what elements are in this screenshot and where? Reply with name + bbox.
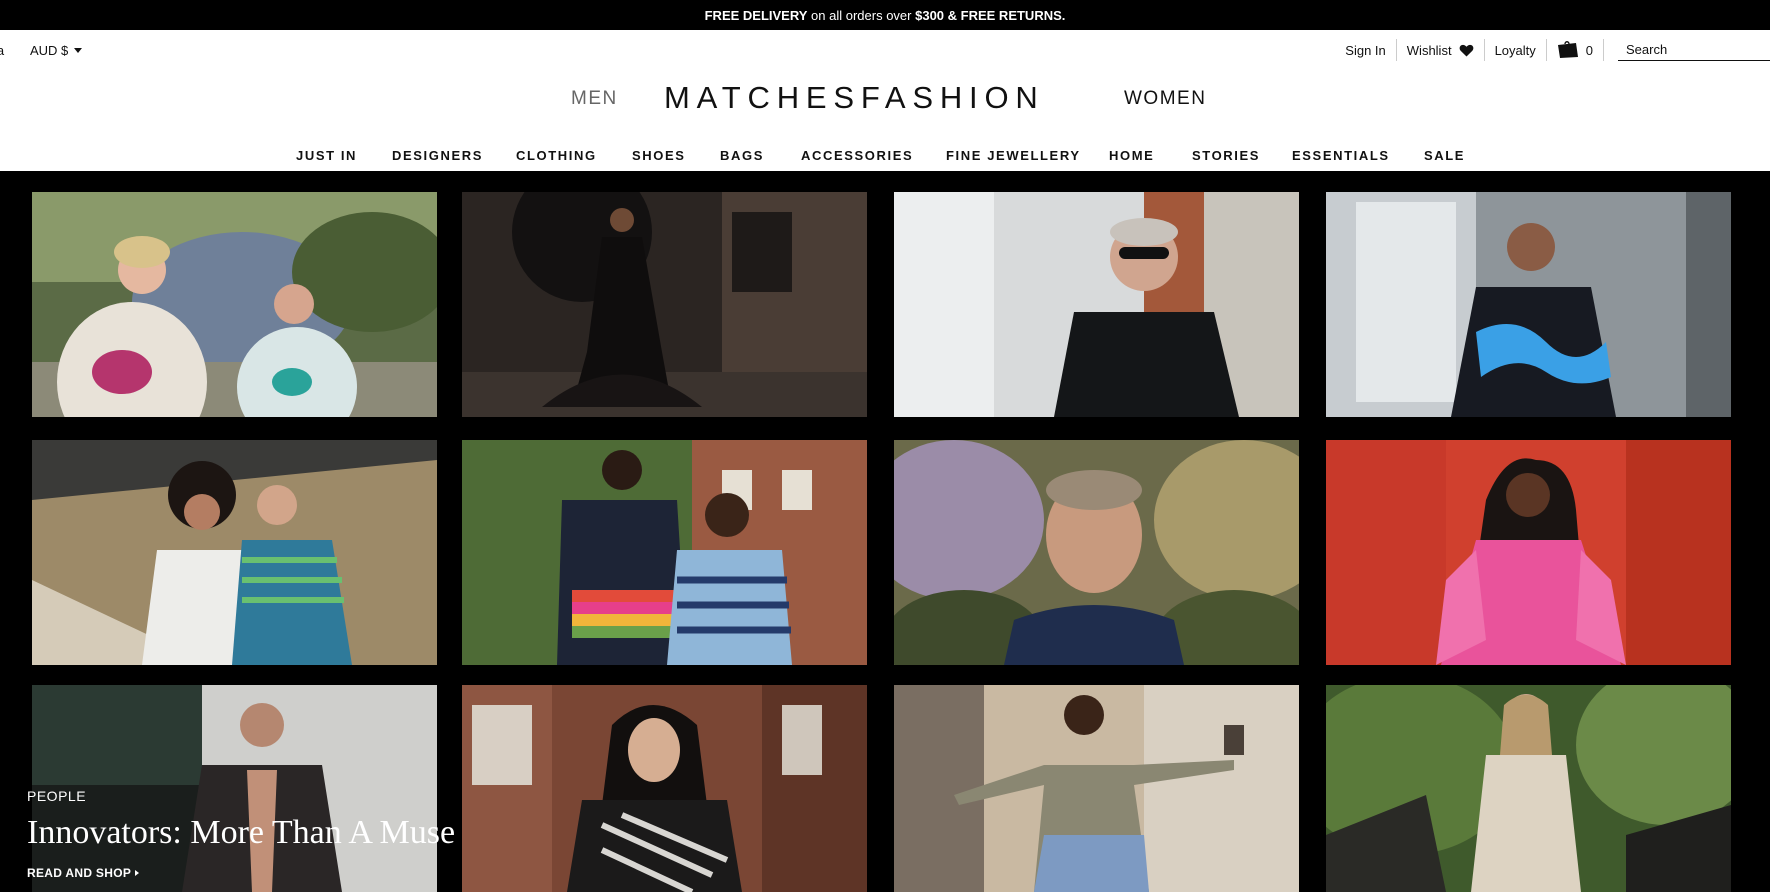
hero-caption: PEOPLE Innovators: More Than A Muse READ…	[27, 788, 455, 882]
cta-label: READ AND SHOP	[27, 866, 132, 880]
loyalty-label: Loyalty	[1494, 42, 1536, 58]
currency-label: AUD $	[30, 43, 69, 58]
site-logo[interactable]: MATCHESFASHION	[664, 80, 1045, 116]
promo-middle-text: on all orders over	[807, 7, 916, 23]
promo-threshold: $300	[915, 7, 945, 23]
hero-photo-graphic-hoodie	[1326, 192, 1731, 417]
nav-sale[interactable]: SALE	[1424, 148, 1465, 163]
promo-banner: FREE DELIVERY on all orders over $300 & …	[0, 0, 1770, 30]
heart-icon	[1459, 44, 1473, 57]
shopping-bag-icon	[1557, 41, 1578, 58]
hero-headline[interactable]: Innovators: More Than A Muse	[27, 814, 455, 852]
sign-in-link[interactable]: Sign In	[1335, 39, 1397, 61]
hero-photo-brick-building	[462, 685, 867, 892]
search-input[interactable]	[1618, 39, 1770, 61]
sign-in-label: Sign In	[1345, 42, 1386, 58]
hero-photo-boy-flowers	[894, 440, 1299, 665]
hero-photo-two-women-wall	[32, 440, 437, 665]
nav-clothing[interactable]: CLOTHING	[516, 148, 597, 163]
currency-selector[interactable]: AUD $	[30, 43, 83, 58]
shopping-bag-link[interactable]: 0	[1547, 39, 1604, 61]
nav-essentials[interactable]: ESSENTIALS	[1292, 148, 1390, 163]
men-link[interactable]: MEN	[571, 88, 618, 110]
bag-count: 0	[1585, 42, 1593, 58]
utility-bar: ia AUD $ Sign In Wishlist Loyalty 0	[0, 30, 1770, 70]
nav-accessories[interactable]: ACCESSORIES	[801, 148, 913, 163]
region-selector[interactable]: ia	[0, 43, 4, 58]
nav-stories[interactable]: STORIES	[1192, 148, 1260, 163]
hero-photo-black-dress	[462, 192, 867, 417]
chevron-down-icon	[74, 48, 83, 53]
search-wrapper	[1604, 39, 1770, 61]
promo-free-delivery: FREE DELIVERY	[704, 7, 808, 23]
wishlist-label: Wishlist	[1406, 42, 1452, 58]
nav-home[interactable]: HOME	[1109, 148, 1154, 163]
nav-bags[interactable]: BAGS	[720, 148, 764, 163]
wishlist-link[interactable]: Wishlist	[1397, 39, 1485, 61]
nav-just-in[interactable]: JUST IN	[296, 148, 357, 163]
hero-kicker: PEOPLE	[27, 788, 87, 804]
site-header: MEN MATCHESFASHION WOMEN	[0, 70, 1770, 128]
nav-shoes[interactable]: SHOES	[632, 148, 686, 163]
hero-photo-sunglasses-woman	[894, 192, 1299, 417]
hero-photo-suit-courtyard	[894, 685, 1299, 892]
promo-tail: & FREE RETURNS.	[944, 7, 1066, 23]
nav-fine-jewellery[interactable]: FINE JEWELLERY	[946, 148, 1081, 163]
women-link[interactable]: WOMEN	[1124, 88, 1206, 110]
nav-designers[interactable]: DESIGNERS	[392, 148, 483, 163]
category-nav: JUST IN DESIGNERS CLOTHING SHOES BAGS AC…	[0, 140, 1770, 170]
hero-photo-garden-duo	[32, 192, 437, 417]
read-and-shop-link[interactable]: READ AND SHOP	[27, 866, 140, 880]
hero-photo-pink-dress	[1326, 440, 1731, 665]
account-links: Sign In Wishlist Loyalty 0	[1335, 39, 1770, 61]
hero-banner[interactable]: PEOPLE Innovators: More Than A Muse READ…	[0, 171, 1770, 892]
hero-photo-stripe-knits	[462, 440, 867, 665]
loyalty-link[interactable]: Loyalty	[1485, 39, 1547, 61]
hero-photo-trench-garden	[1326, 685, 1731, 892]
chevron-right-icon	[135, 870, 140, 876]
